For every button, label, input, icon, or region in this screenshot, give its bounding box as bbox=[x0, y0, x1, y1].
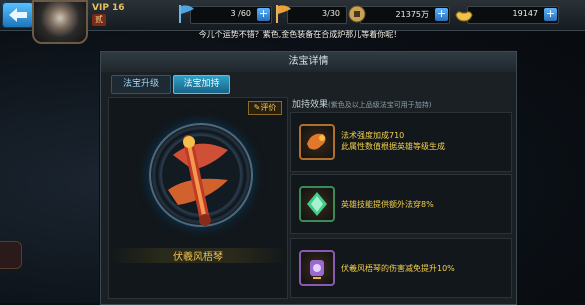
effect-3-line-1: 伏羲风梧琴的伤害减免提升10% bbox=[341, 264, 455, 273]
panel-title: 法宝详情 bbox=[101, 52, 516, 72]
top-bar: VIP 16 贰 3 /60 + 3/30 21375万 + 19147 + bbox=[0, 0, 585, 44]
tab-treasure-upgrade[interactable]: 法宝升级 bbox=[111, 75, 171, 94]
stamina-value: 3 /60 bbox=[230, 9, 251, 18]
bonus-subtitle: (紫色及以上品级法宝可用于加持) bbox=[328, 101, 432, 109]
coin-icon bbox=[348, 5, 366, 23]
purple-lamp-icon bbox=[299, 250, 335, 286]
notice-text: 今儿个运势不错？紫色,金色装备在合成炉那儿等着你呢！ bbox=[198, 30, 402, 39]
back-button[interactable] bbox=[2, 2, 34, 28]
side-menu-button[interactable] bbox=[0, 241, 22, 269]
effect-1-line-2: 此属性数值根据英雄等级生成 bbox=[341, 142, 445, 151]
energy-resource: 3/30 bbox=[276, 5, 347, 24]
tab-treasure-bless[interactable]: 法宝加持 bbox=[173, 75, 230, 94]
gold-add-button[interactable]: + bbox=[544, 8, 557, 21]
treasure-detail-panel: 法宝详情 法宝升级 法宝加持 ✎评价 伏羲风梧琴 加持效果(紫色及以上品级法宝可… bbox=[100, 51, 517, 305]
treasure-preview: ✎评价 伏羲风梧琴 bbox=[108, 97, 288, 299]
stamina-flag-icon bbox=[179, 5, 194, 23]
gold-value: 19147 bbox=[512, 9, 538, 18]
stamina-resource: 3 /60 + bbox=[179, 5, 272, 24]
coin-resource: 21375万 + bbox=[348, 5, 450, 24]
stamina-add-button[interactable]: + bbox=[257, 8, 270, 21]
green-crystal-icon bbox=[299, 186, 335, 222]
evaluate-label: 评价 bbox=[260, 103, 277, 112]
vip-label: VIP 16 bbox=[92, 3, 125, 13]
avatar[interactable] bbox=[32, 0, 88, 44]
gold-resource: 19147 + bbox=[455, 6, 559, 24]
rank-badge: 贰 bbox=[92, 14, 106, 26]
treasure-name: 伏羲风梧琴 bbox=[109, 248, 287, 263]
bonus-title: 加持效果 bbox=[292, 100, 329, 110]
energy-flag-icon bbox=[276, 5, 291, 23]
back-arrow-icon bbox=[9, 8, 27, 22]
coin-value: 21375万 bbox=[395, 10, 429, 19]
fire-dragon-icon bbox=[299, 124, 335, 160]
effect-row-2: 英雄技能提供额外法穿8% bbox=[290, 174, 512, 234]
gold-ingot-icon bbox=[455, 11, 473, 22]
bonus-header: 加持效果(紫色及以上品级法宝可用于加持) bbox=[292, 97, 431, 110]
evaluate-button[interactable]: ✎评价 bbox=[248, 101, 282, 115]
zither-treasure-icon bbox=[168, 135, 228, 226]
effect-row-3: 伏羲风梧琴的伤害减免提升10% bbox=[290, 238, 512, 298]
effect-2-line-1: 英雄技能提供额外法穿8% bbox=[341, 200, 434, 209]
energy-value: 3/30 bbox=[322, 9, 340, 18]
coin-add-button[interactable]: + bbox=[435, 8, 448, 21]
effect-1-line-1: 法术强度加成710 bbox=[341, 131, 405, 140]
effect-row-1: 法术强度加成710 此属性数值根据英雄等级生成 bbox=[290, 112, 512, 172]
